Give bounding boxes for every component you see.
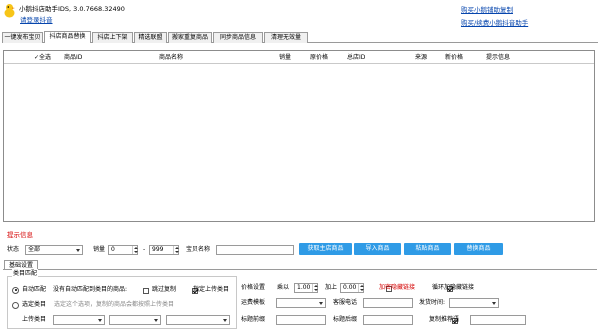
tab-publish[interactable]: 一键发布宝贝 [2,32,43,43]
title-prefix-label: 标题前缀 [241,316,266,323]
assign-category-label: 指定上传类目 [193,286,230,293]
freight-select[interactable] [276,298,326,308]
tab-alliance[interactable]: 精选联盟 [134,32,167,43]
select-category-hint: 选定这个选项，复制的商品会都按照上传类目 [54,301,175,308]
buy-renew-link[interactable]: 购买/续费小鹅抖音助手 [461,17,528,27]
buy-copy-link[interactable]: 购买小鹅铺助复制 [461,4,513,14]
multiply-stepper[interactable]: 1.00 [294,283,318,293]
select-category-radio[interactable] [12,301,19,309]
no-match-label: 没有自动匹配到类目的商品: [53,286,128,293]
auto-match-radio[interactable] [12,286,19,294]
chevron-down-icon [76,249,80,252]
hint-label: 提示信息 [7,231,33,239]
copy-comment-input[interactable] [470,315,526,325]
login-link[interactable]: 请登录抖音 [20,14,53,24]
upload-category-label: 上传类目 [22,316,47,323]
main-tabbar: 一键发布宝贝 抖店商品替换 抖店上下架 精选联盟 搬家重复商品 同步商品信息 清… [2,31,598,43]
replace-button[interactable]: 替换商品 [454,243,503,255]
col-product-id[interactable]: 商品ID [64,51,124,64]
app-title: 小鹅抖店助手IDS, 3.0.7668.32490 [19,5,125,13]
status-select[interactable]: 全部 [25,245,83,255]
category-group-title: 类目匹配 [12,269,39,279]
add-stepper[interactable]: 0.00 [340,283,364,293]
add-watermark-label: 加密隐藏链接 [379,284,416,291]
skip-copy-label: 跳过复制 [152,286,177,293]
tab-replace[interactable]: 抖店商品替换 [44,31,91,43]
upload-category-select-2[interactable] [109,315,161,325]
tab-clean[interactable]: 清理无效量 [264,32,308,43]
service-phone-label: 客服电话 [333,299,358,306]
upload-category-select-3[interactable] [166,315,230,325]
col-old-price[interactable]: 原价格 [310,51,338,64]
product-name-input[interactable] [216,245,294,255]
import-button[interactable]: 导入商品 [354,243,401,255]
auto-hidden-label: 循环加隐藏链接 [432,284,475,291]
col-hint[interactable]: 提示信息 [486,51,526,64]
ship-time-select[interactable] [449,298,499,308]
title-suffix-label: 标题后缀 [333,316,358,323]
copy-comment-label: 复制推荐语 [429,316,460,323]
sales-max-stepper[interactable]: 999 [149,245,179,255]
title-suffix-input[interactable] [363,315,413,325]
sales-min-stepper[interactable]: 0 [108,245,138,255]
status-label: 状态 [7,246,20,253]
ship-time-label: 发货时间: [419,299,446,306]
add-label: 加上 [325,284,338,291]
sales-range-separator: - [143,246,146,253]
col-main-store-id[interactable]: 总店ID [347,51,377,64]
app-logo-icon [3,3,16,18]
skip-copy-checkbox[interactable] [143,288,149,294]
grid-header: ✓全选 商品ID 商品名称 销量 原价格 总店ID 来源 新价格 提示信息 [4,51,594,64]
price-settings-label: 价格设置 [241,284,266,291]
chevron-down-icon [223,319,227,322]
product-grid[interactable]: ✓全选 商品ID 商品名称 销量 原价格 总店ID 来源 新价格 提示信息 [3,50,595,222]
col-product-name[interactable]: 商品名称 [159,51,219,64]
select-category-label: 选定类目 [22,301,47,308]
chevron-down-icon [492,302,496,305]
product-name-label: 宝贝名称 [186,246,211,253]
paste-button[interactable]: 粘贴商品 [404,243,451,255]
multiply-label: 乘以 [277,284,290,291]
tab-duplicate[interactable]: 搬家重复商品 [168,32,212,43]
title-prefix-input[interactable] [276,315,326,325]
get-main-store-button[interactable]: 获取主店商品 [299,243,352,255]
chevron-down-icon [319,302,323,305]
chevron-down-icon [154,319,158,322]
auto-match-label: 自动匹配 [22,286,47,293]
col-sales[interactable]: 销量 [279,51,299,64]
col-select-all[interactable]: ✓全选 [34,51,58,64]
upload-category-select-1[interactable] [53,315,105,325]
tab-shelf[interactable]: 抖店上下架 [92,32,133,43]
col-source[interactable]: 来源 [415,51,435,64]
chevron-down-icon [98,319,102,322]
sales-label: 销量 [93,246,106,253]
freight-label: 运费模板 [241,299,266,306]
tab-sync[interactable]: 同步商品信息 [213,32,263,43]
service-phone-input[interactable] [363,298,413,308]
col-new-price[interactable]: 新价格 [445,51,471,64]
